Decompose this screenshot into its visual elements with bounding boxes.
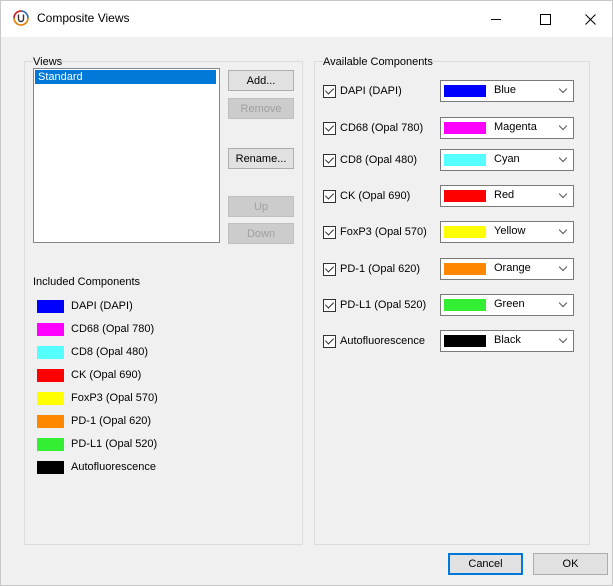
color-swatch — [37, 345, 64, 359]
component-label: DAPI (DAPI) — [340, 85, 402, 97]
maximize-icon — [539, 13, 551, 25]
color-name: Green — [494, 298, 525, 310]
color-dropdown[interactable]: Green — [440, 294, 574, 316]
color-swatch — [444, 335, 486, 347]
component-label: PD-1 (Opal 620) — [340, 263, 421, 275]
color-name: Magenta — [494, 121, 537, 133]
included-item: CD68 (Opal 780) — [37, 322, 154, 336]
ok-button[interactable]: OK — [533, 553, 608, 575]
color-dropdown[interactable]: Blue — [440, 80, 574, 102]
color-swatch — [444, 299, 486, 311]
component-label: FoxP3 (Opal 570) — [340, 226, 427, 238]
component-checkbox[interactable] — [323, 263, 336, 276]
color-dropdown[interactable]: Magenta — [440, 117, 574, 139]
included-item-label: CD68 (Opal 780) — [71, 323, 155, 335]
title-bar: Composite Views — [1, 1, 612, 37]
available-components-label: Available Components — [323, 56, 433, 68]
color-swatch — [37, 322, 64, 336]
component-label: PD-L1 (Opal 520) — [340, 299, 427, 311]
cancel-button[interactable]: Cancel — [448, 553, 523, 575]
app-logo-icon — [13, 10, 29, 26]
component-checkbox[interactable] — [323, 335, 336, 348]
included-item: CK (Opal 690) — [37, 368, 141, 382]
color-dropdown[interactable]: Black — [440, 330, 574, 352]
component-label: CD8 (Opal 480) — [340, 154, 418, 166]
color-dropdown[interactable]: Red — [440, 185, 574, 207]
chevron-down-icon — [558, 334, 568, 344]
component-label: CK (Opal 690) — [340, 190, 411, 202]
included-item-label: DAPI (DAPI) — [71, 300, 133, 312]
up-button[interactable]: Up — [228, 196, 294, 217]
minimize-icon — [491, 18, 501, 20]
included-item: FoxP3 (Opal 570) — [37, 391, 158, 405]
chevron-down-icon — [558, 298, 568, 308]
color-swatch — [444, 263, 486, 275]
views-listbox[interactable]: Standard — [33, 68, 220, 243]
color-swatch — [444, 122, 486, 134]
included-item-label: CD8 (Opal 480) — [71, 346, 149, 358]
window-title: Composite Views — [37, 11, 130, 25]
color-swatch — [37, 437, 64, 451]
included-item-label: PD-L1 (Opal 520) — [71, 438, 158, 450]
color-swatch — [444, 85, 486, 97]
close-icon — [584, 13, 596, 25]
color-swatch — [444, 226, 486, 238]
included-item-label: Autofluorescence — [71, 461, 156, 473]
color-swatch — [37, 368, 64, 382]
included-item: PD-1 (Opal 620) — [37, 414, 151, 428]
chevron-down-icon — [558, 225, 568, 235]
chevron-down-icon — [558, 121, 568, 131]
minimize-button[interactable] — [473, 1, 519, 37]
included-item: Autofluorescence — [37, 460, 156, 474]
color-dropdown[interactable]: Cyan — [440, 149, 574, 171]
remove-button[interactable]: Remove — [228, 98, 294, 119]
color-swatch — [37, 460, 64, 474]
component-checkbox[interactable] — [323, 299, 336, 312]
included-item-label: FoxP3 (Opal 570) — [71, 392, 158, 404]
included-item: DAPI (DAPI) — [37, 299, 133, 313]
chevron-down-icon — [558, 262, 568, 272]
included-item-label: CK (Opal 690) — [71, 369, 142, 381]
color-name: Yellow — [494, 225, 526, 237]
component-checkbox[interactable] — [323, 85, 336, 98]
color-name: Cyan — [494, 153, 520, 165]
component-checkbox[interactable] — [323, 190, 336, 203]
component-checkbox[interactable] — [323, 122, 336, 135]
maximize-button[interactable] — [522, 1, 568, 37]
component-checkbox[interactable] — [323, 154, 336, 167]
down-button[interactable]: Down — [228, 223, 294, 244]
chevron-down-icon — [558, 153, 568, 163]
color-name: Orange — [494, 262, 531, 274]
close-button[interactable] — [567, 1, 613, 37]
color-name: Blue — [494, 84, 517, 96]
included-item-label: PD-1 (Opal 620) — [71, 415, 152, 427]
color-swatch — [37, 414, 64, 428]
color-dropdown[interactable]: Yellow — [440, 221, 574, 243]
component-label: CD68 (Opal 780) — [340, 122, 424, 134]
color-swatch — [444, 154, 486, 166]
component-label: Autofluorescence — [340, 335, 425, 347]
views-label: Views — [33, 56, 63, 68]
included-components-label: Included Components — [33, 276, 141, 288]
chevron-down-icon — [558, 84, 568, 94]
chevron-down-icon — [558, 189, 568, 199]
add-button[interactable]: Add... — [228, 70, 294, 91]
views-list-item-standard[interactable]: Standard — [35, 70, 216, 84]
rename-button[interactable]: Rename... — [228, 148, 294, 169]
color-name: Red — [494, 189, 515, 201]
color-swatch — [37, 391, 64, 405]
included-item: CD8 (Opal 480) — [37, 345, 148, 359]
component-checkbox[interactable] — [323, 226, 336, 239]
color-swatch — [37, 299, 64, 313]
color-swatch — [444, 190, 486, 202]
color-dropdown[interactable]: Orange — [440, 258, 574, 280]
composite-views-dialog: Composite Views Views Standard Add... Re… — [0, 0, 613, 586]
color-name: Black — [494, 334, 521, 346]
included-item: PD-L1 (Opal 520) — [37, 437, 157, 451]
